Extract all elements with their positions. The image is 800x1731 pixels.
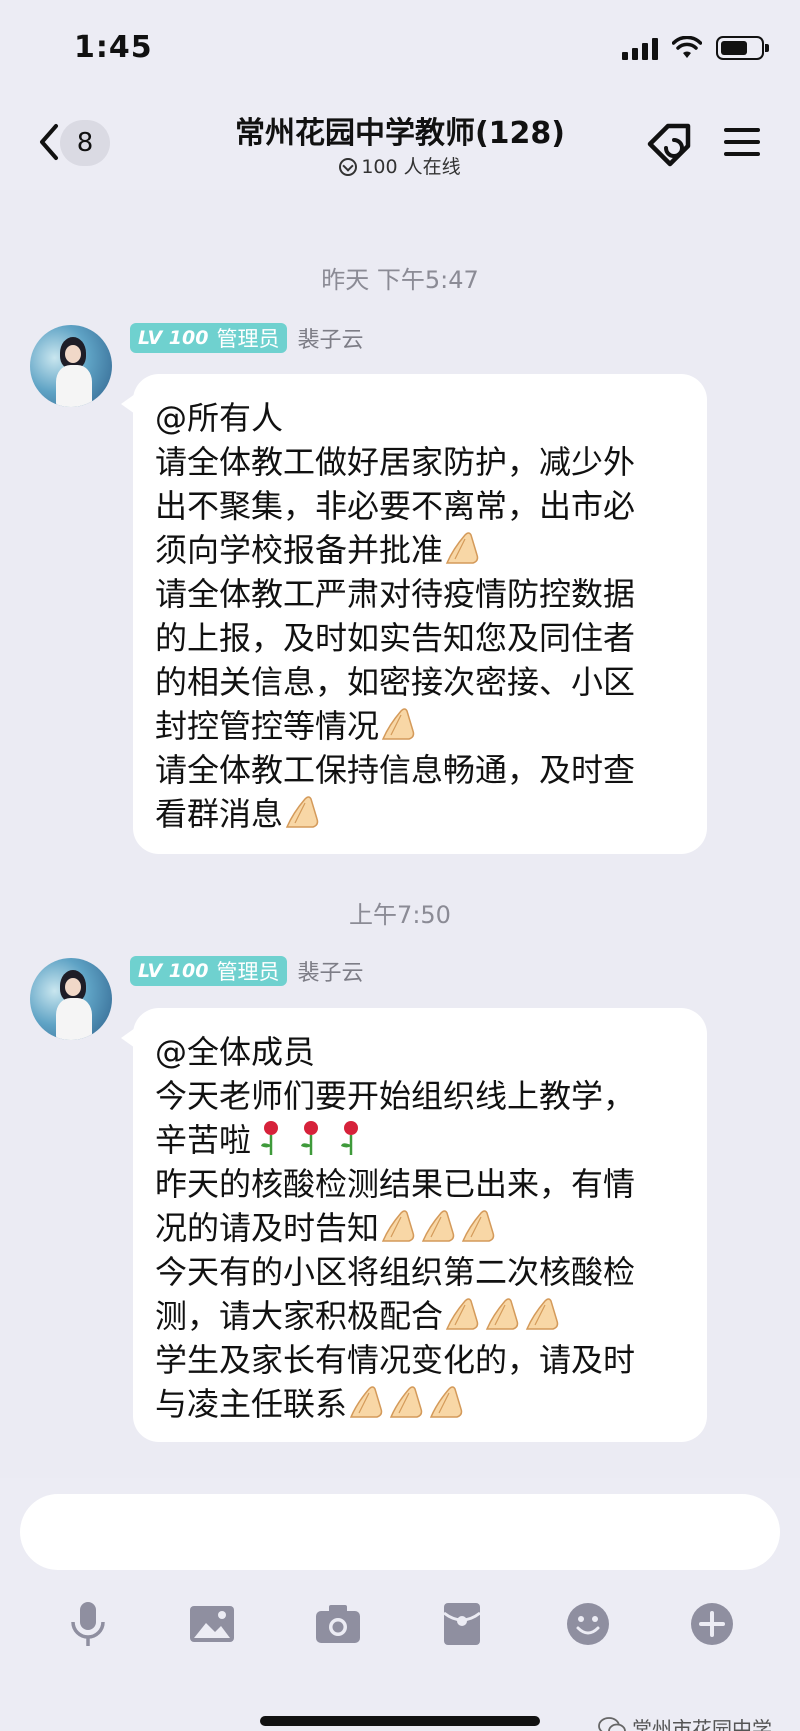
role-label: 管理员 (216, 960, 280, 984)
wifi-icon (672, 36, 702, 58)
online-count: 100 人在线 (361, 156, 461, 178)
message-line: 与凌主任联系 (155, 1382, 685, 1426)
tag-icon[interactable] (644, 118, 696, 170)
folded-hands-emoji (461, 1210, 495, 1242)
microphone-icon[interactable] (58, 1594, 118, 1654)
status-time: 1:45 (74, 30, 153, 65)
sender-name[interactable]: 裴子云 (297, 322, 363, 354)
avatar[interactable] (30, 325, 112, 407)
folded-hands-emoji (525, 1298, 559, 1330)
message-line: 请全体教工保持信息畅通，及时查 (155, 751, 636, 789)
level-badge: LV 100 管理员 (130, 323, 288, 353)
folded-hands-emoji (285, 796, 319, 828)
chevron-circle-icon (339, 158, 358, 176)
message-line: 出不聚集，非必要不离常，出市必 (155, 487, 636, 525)
watermark: 常州市花园中学 (598, 1713, 772, 1731)
message-line: 今天有的小区将组织第二次核酸检 (155, 1253, 636, 1291)
message-line: 测，请大家积极配合 (155, 1294, 685, 1338)
emoji-icon[interactable] (558, 1594, 618, 1654)
red-packet-icon[interactable] (432, 1594, 492, 1654)
input-area: 常州市花园中学 (0, 1478, 800, 1731)
folded-hands-emoji (445, 532, 479, 564)
wechat-icon (598, 1716, 626, 1731)
home-indicator[interactable] (260, 1716, 540, 1726)
level-label: LV 100 (138, 327, 209, 349)
message-input[interactable] (20, 1494, 780, 1570)
cellular-signal-icon (622, 36, 658, 60)
sender-meta: LV 100 管理员 裴子云 (130, 955, 364, 987)
message-line: 昨天的核酸检测结果已出来，有情 (155, 1165, 636, 1203)
message-line: 请全体教工做好居家防护，减少外 (155, 443, 636, 481)
message-bubble[interactable]: @所有人请全体教工做好居家防护，减少外 出不聚集，非必要不离常，出市必 须向学校报备… (121, 374, 707, 854)
message-line: 况的请及时告知 (155, 1206, 685, 1250)
message-line: 请全体教工严肃对待疫情防控数据 (155, 575, 636, 613)
level-label: LV 100 (138, 960, 209, 982)
folded-hands-emoji (485, 1298, 519, 1330)
message-line: 须向学校报备并批准 (155, 528, 685, 572)
status-icons (622, 36, 769, 60)
message-line: 今天老师们要开始组织线上教学， (155, 1077, 636, 1115)
battery-icon (716, 36, 769, 60)
timestamp: 昨天 下午5:47 (321, 266, 479, 294)
avatar[interactable] (30, 958, 112, 1040)
sender-meta: LV 100 管理员 裴子云 (130, 322, 364, 354)
plus-icon[interactable] (682, 1594, 742, 1654)
timestamp: 上午7:50 (349, 901, 451, 929)
folded-hands-emoji (381, 708, 415, 740)
folded-hands-emoji (429, 1386, 463, 1418)
chat-area[interactable]: 上 ... 报 ... 昨天 下午5:47 LV 100 管理员 裴子云 @所有… (0, 100, 800, 1478)
sender-name[interactable]: 裴子云 (297, 955, 363, 987)
message-bubble[interactable]: @全体成员今天老师们要开始组织线上教学， 辛苦啦 昨天的核酸检测结果已出来，有情 况的… (121, 1008, 707, 1442)
chat-header: 8 常州花园中学教师(128) 100 人在线 (0, 100, 800, 190)
message-line: 学生及家长有情况变化的，请及时 (155, 1341, 636, 1379)
message-line: 的上报，及时如实告知您及同住者 (155, 619, 636, 657)
message-line: 的相关信息，如密接次密接、小区 (155, 663, 636, 701)
rose-emoji (301, 1121, 319, 1155)
camera-icon[interactable] (308, 1594, 368, 1654)
rose-emoji (341, 1121, 359, 1155)
message-line: @所有人 (155, 399, 284, 437)
role-label: 管理员 (216, 327, 280, 351)
message-line: @全体成员 (155, 1033, 316, 1071)
watermark-text: 常州市花园中学 (632, 1717, 772, 1731)
message-line: 辛苦啦 (155, 1118, 685, 1162)
status-bar: 1:45 (0, 0, 800, 100)
folded-hands-emoji (381, 1210, 415, 1242)
image-icon[interactable] (182, 1594, 242, 1654)
message-line: 封控管控等情况 (155, 704, 685, 748)
rose-emoji (261, 1121, 279, 1155)
menu-icon[interactable] (722, 122, 762, 162)
folded-hands-emoji (445, 1298, 479, 1330)
folded-hands-emoji (349, 1386, 383, 1418)
message-line: 看群消息 (155, 792, 685, 836)
input-toolbar (0, 1594, 800, 1654)
folded-hands-emoji (421, 1210, 455, 1242)
level-badge: LV 100 管理员 (130, 956, 288, 986)
folded-hands-emoji (389, 1386, 423, 1418)
